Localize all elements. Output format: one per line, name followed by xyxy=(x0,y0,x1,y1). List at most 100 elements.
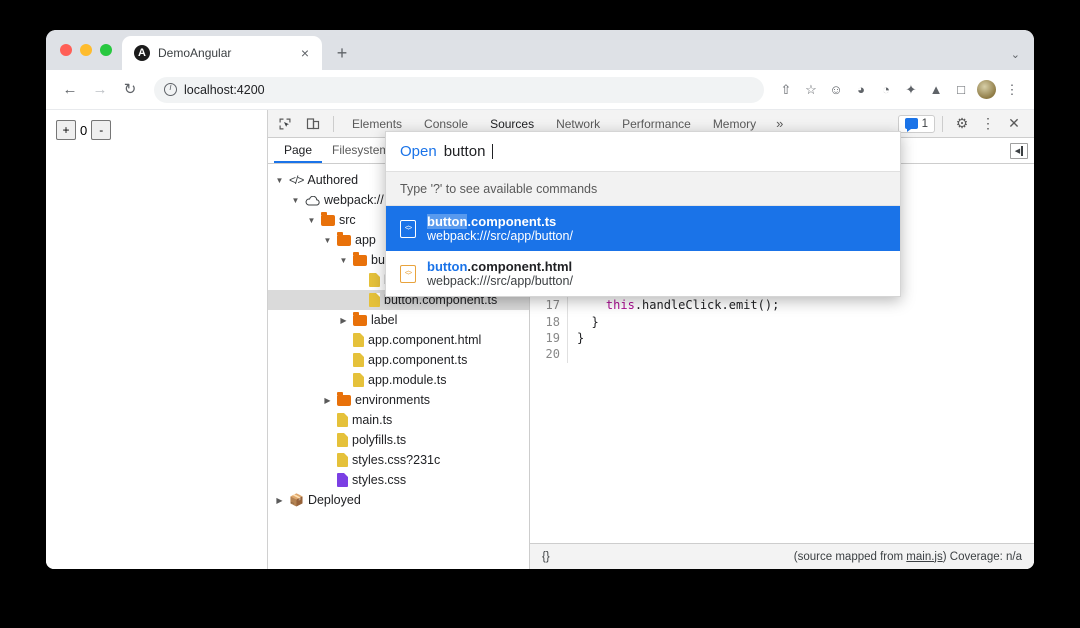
code-line: 17 this.handleClick.emit(); xyxy=(530,297,1034,314)
line-number[interactable]: 19 xyxy=(530,329,568,347)
twisty-expanded-icon[interactable]: ▼ xyxy=(290,196,301,205)
tree-item[interactable]: polyfills.ts xyxy=(268,430,529,450)
forward-button[interactable]: → xyxy=(86,76,114,104)
twisty-collapsed-icon[interactable]: ▶ xyxy=(274,496,285,505)
text-caret xyxy=(492,144,494,159)
tree-item[interactable]: app.component.html xyxy=(268,330,529,350)
line-number[interactable]: 18 xyxy=(530,313,568,330)
twisty-expanded-icon[interactable]: ▼ xyxy=(274,176,285,185)
omnibox-toolbar: ← → ↻ localhost:4200 ⇧ ☆ ☺ ◕ ◔ ✦ ▲ □ ⋮ xyxy=(46,70,1034,110)
folder-icon xyxy=(353,251,367,266)
palette-result-path: webpack:///src/app/button/ xyxy=(427,229,573,243)
close-window-button[interactable] xyxy=(60,44,72,56)
omnibox-actions: ⇧ ☆ ☺ ◕ ◔ ✦ ▲ □ ⋮ xyxy=(774,78,1024,102)
tree-item[interactable]: ▶ 📦 Deployed xyxy=(268,490,529,510)
puzzle-extension-icon[interactable]: ✦ xyxy=(899,78,923,102)
more-tabs-icon[interactable]: » xyxy=(767,116,792,131)
twisty-expanded-icon[interactable]: ▼ xyxy=(322,236,333,245)
new-tab-button[interactable]: + xyxy=(328,39,356,67)
site-info-icon[interactable] xyxy=(164,82,177,96)
devtools-toolbar-actions: 1 ⚙ ⋮ ✕ xyxy=(897,113,1030,135)
twisty-expanded-icon[interactable]: ▼ xyxy=(338,256,349,265)
browser-menu-icon[interactable]: ⋮ xyxy=(1000,78,1024,102)
file-icon xyxy=(337,413,348,427)
collapse-sidebar-icon[interactable] xyxy=(1010,142,1028,159)
tree-item[interactable]: app.component.ts xyxy=(268,350,529,370)
inspect-element-icon[interactable] xyxy=(272,112,298,136)
tree-item-label: styles.css?231c xyxy=(352,453,441,467)
line-number[interactable]: 20 xyxy=(530,346,568,363)
counter-widget: + 0 - xyxy=(56,120,257,140)
share-icon[interactable]: ⇧ xyxy=(774,78,798,102)
decrement-button[interactable]: - xyxy=(91,120,112,140)
device-toolbar-icon[interactable] xyxy=(300,112,326,136)
code-line-text: } xyxy=(577,314,599,329)
command-palette: Open button Type '?' to see available co… xyxy=(385,131,901,297)
html-file-icon: <> xyxy=(400,264,416,283)
increment-button[interactable]: + xyxy=(56,120,76,140)
tree-item-label: main.ts xyxy=(352,413,393,427)
toolbar-divider xyxy=(333,115,334,132)
code-line-text: } xyxy=(577,330,585,345)
palette-input-row[interactable]: Open button xyxy=(386,132,900,172)
minimize-window-button[interactable] xyxy=(80,44,92,56)
file-icon xyxy=(353,353,364,367)
messages-badge[interactable]: 1 xyxy=(897,114,935,133)
folder-icon xyxy=(337,391,351,406)
tree-item[interactable]: app.module.ts xyxy=(268,370,529,390)
file-icon xyxy=(337,453,348,467)
tree-item[interactable]: styles.css xyxy=(268,470,529,490)
tree-item[interactable]: ▶ environments xyxy=(268,390,529,410)
tree-item-label: app.module.ts xyxy=(368,373,447,387)
palette-hint: Type '?' to see available commands xyxy=(386,172,900,206)
tab-list-chevron-icon[interactable]: ⌄ xyxy=(1011,48,1020,61)
devtools-menu-icon[interactable]: ⋮ xyxy=(976,113,1000,135)
tree-item-label: src xyxy=(339,213,356,227)
file-icon xyxy=(337,433,348,447)
close-tab-icon[interactable]: × xyxy=(296,44,314,62)
close-devtools-icon[interactable]: ✕ xyxy=(1002,113,1026,135)
tree-item-label: webpack:// xyxy=(324,193,384,207)
tree-item[interactable]: main.ts xyxy=(268,410,529,430)
palette-result[interactable]: <> button.component.ts webpack:///src/app/… xyxy=(386,206,900,251)
sidepanel-icon[interactable]: □ xyxy=(949,78,973,102)
tab-strip: A DemoAngular × + ⌄ xyxy=(46,30,1034,70)
counter-value: 0 xyxy=(80,122,88,138)
palette-query: button xyxy=(444,143,486,160)
nav-tab-page[interactable]: Page xyxy=(274,138,323,163)
extension-face-icon[interactable]: ☺ xyxy=(824,78,848,102)
angular-favicon: A xyxy=(134,45,150,61)
palette-prefix: Open xyxy=(400,143,437,160)
tree-item-label: app xyxy=(355,233,376,247)
line-number[interactable]: 17 xyxy=(530,297,568,314)
source-map-link[interactable]: main.js xyxy=(906,551,942,563)
palette-result-name: button.component.html xyxy=(427,259,573,274)
palette-result-name: button.component.ts xyxy=(427,214,573,229)
actions-divider xyxy=(942,115,943,132)
shield-lock-icon[interactable]: ◔ xyxy=(874,78,898,102)
folder-icon xyxy=(353,311,367,326)
devtools-panel: Elements Console Sources Network Perform… xyxy=(268,110,1034,569)
address-bar[interactable]: localhost:4200 xyxy=(154,76,764,103)
twisty-collapsed-icon[interactable]: ▶ xyxy=(338,316,349,325)
bookmark-star-icon[interactable]: ☆ xyxy=(799,78,823,102)
code-brackets-icon: </> xyxy=(289,173,304,187)
incognito-glasses-icon[interactable]: ◕ xyxy=(849,78,873,102)
palette-result-name-rest: .component.html xyxy=(467,259,573,274)
file-icon xyxy=(369,293,380,307)
palette-result[interactable]: <> button.component.html webpack:///src/ap… xyxy=(386,251,900,296)
back-button[interactable]: ← xyxy=(56,76,84,104)
twisty-collapsed-icon[interactable]: ▶ xyxy=(322,396,333,405)
tree-item[interactable]: styles.css?231c xyxy=(268,450,529,470)
gear-icon[interactable]: ⚙ xyxy=(950,113,974,135)
tree-item-label: label xyxy=(371,313,398,327)
lab-flask-icon[interactable]: ▲ xyxy=(924,78,948,102)
reload-button[interactable]: ↻ xyxy=(116,76,144,104)
palette-result-text: button.component.ts webpack:///src/app/bu… xyxy=(427,214,573,243)
twisty-expanded-icon[interactable]: ▼ xyxy=(306,216,317,225)
browser-tab[interactable]: A DemoAngular × xyxy=(122,36,322,70)
profile-avatar[interactable] xyxy=(977,80,996,99)
tree-item[interactable]: ▶ label xyxy=(268,310,529,330)
pretty-print-button[interactable]: {} xyxy=(542,551,550,563)
maximize-window-button[interactable] xyxy=(100,44,112,56)
